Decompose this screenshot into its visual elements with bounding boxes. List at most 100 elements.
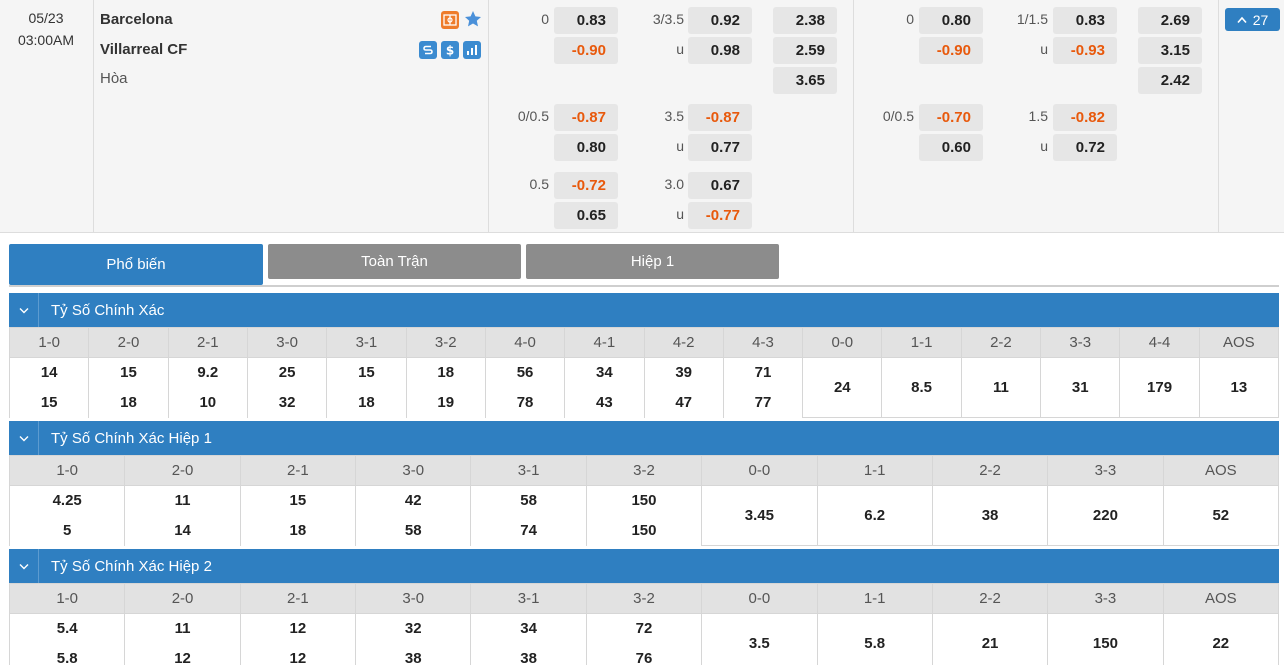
score-odds-cell[interactable]: 74 [470, 515, 587, 546]
score-odds-cell[interactable]: 5 [8, 515, 126, 546]
home-team[interactable]: Barcelona [100, 11, 173, 28]
away-team[interactable]: Villarreal CF [100, 41, 187, 58]
field-icon[interactable] [441, 11, 459, 29]
total-odds-cell[interactable]: 0.67 [688, 172, 752, 199]
handicap-odds-cell[interactable]: 0.83 [554, 7, 618, 34]
score-odds-cell[interactable]: 5.8 [816, 613, 933, 665]
score-odds-cell[interactable]: 150 [585, 485, 703, 516]
chevron-down-icon[interactable] [9, 293, 39, 327]
handicap-odds-cell[interactable]: 0.60 [919, 134, 983, 161]
score-odds-cell[interactable]: 14 [124, 515, 241, 546]
total-odds-cell[interactable]: 0.72 [1053, 134, 1117, 161]
score-odds-cell[interactable]: 43 [564, 387, 645, 418]
score-odds-cell[interactable]: 19 [405, 387, 486, 418]
score-odds-cell[interactable]: 76 [585, 643, 703, 665]
total-odds-cell[interactable]: 0.98 [688, 37, 752, 64]
score-odds-cell[interactable]: 56 [484, 357, 566, 388]
handicap-odds-cell[interactable]: 0.80 [919, 7, 983, 34]
score-odds-cell[interactable]: 18 [88, 387, 169, 418]
score-odds-cell[interactable]: 179 [1119, 357, 1200, 418]
score-odds-cell[interactable]: 38 [355, 643, 472, 665]
handicap-odds-cell[interactable]: 0.80 [554, 134, 618, 161]
x12-odds-cell[interactable]: 3.65 [773, 67, 837, 94]
handicap-odds-cell[interactable]: 0.65 [554, 202, 618, 229]
score-odds-cell[interactable]: 78 [484, 387, 566, 418]
score-odds-cell[interactable]: 39 [643, 357, 724, 388]
score-odds-cell[interactable]: 58 [355, 515, 472, 546]
total-odds-cell[interactable]: -0.93 [1053, 37, 1117, 64]
score-odds-cell[interactable]: 5.4 [8, 613, 126, 644]
score-odds-cell[interactable]: 31 [1040, 357, 1121, 418]
total-odds-cell[interactable]: 0.77 [688, 134, 752, 161]
score-odds-cell[interactable]: 18 [326, 387, 407, 418]
score-odds-cell[interactable]: 15 [326, 357, 407, 388]
score-odds-cell[interactable]: 15 [239, 485, 357, 516]
section-header[interactable]: Tỷ Số Chính Xác Hiệp 2 [9, 549, 1279, 583]
x12-odds-cell[interactable]: 2.69 [1138, 7, 1202, 34]
score-odds-cell[interactable]: 11 [124, 613, 241, 644]
score-odds-cell[interactable]: 77 [722, 387, 804, 418]
score-odds-cell[interactable]: 150 [585, 515, 703, 546]
stats-s-icon[interactable] [419, 41, 437, 59]
score-odds-cell[interactable]: 11 [124, 485, 241, 516]
total-odds-cell[interactable]: 0.83 [1053, 7, 1117, 34]
x12-odds-cell[interactable]: 2.42 [1138, 67, 1202, 94]
handicap-odds-cell[interactable]: -0.87 [554, 104, 618, 131]
score-odds-cell[interactable]: 18 [405, 357, 486, 388]
score-odds-cell[interactable]: 38 [470, 643, 587, 665]
total-odds-cell[interactable]: -0.87 [688, 104, 752, 131]
section-header[interactable]: Tỷ Số Chính Xác Hiệp 1 [9, 421, 1279, 455]
score-odds-cell[interactable]: 220 [1047, 485, 1164, 546]
chevron-down-icon[interactable] [9, 549, 39, 583]
score-odds-cell[interactable]: 47 [643, 387, 724, 418]
tab-popular[interactable]: Phổ biến [9, 244, 263, 285]
score-odds-cell[interactable]: 15 [8, 387, 90, 418]
score-odds-cell[interactable]: 58 [470, 485, 587, 516]
score-odds-cell[interactable]: 12 [239, 613, 357, 644]
score-odds-cell[interactable]: 21 [931, 613, 1049, 665]
score-odds-cell[interactable]: 10 [167, 387, 248, 418]
total-odds-cell[interactable]: 0.92 [688, 7, 752, 34]
handicap-odds-cell[interactable]: -0.70 [919, 104, 983, 131]
score-odds-cell[interactable]: 3.45 [701, 485, 818, 546]
score-odds-cell[interactable]: 13 [1198, 357, 1280, 418]
bar-chart-icon[interactable] [463, 41, 481, 59]
score-odds-cell[interactable]: 8.5 [881, 357, 962, 418]
score-odds-cell[interactable]: 32 [355, 613, 472, 644]
score-odds-cell[interactable]: 34 [564, 357, 645, 388]
tab-first-half[interactable]: Hiệp 1 [526, 244, 779, 279]
score-odds-cell[interactable]: 52 [1162, 485, 1280, 546]
x12-odds-cell[interactable]: 3.15 [1138, 37, 1202, 64]
score-odds-cell[interactable]: 12 [239, 643, 357, 665]
x12-odds-cell[interactable]: 2.38 [773, 7, 837, 34]
score-odds-cell[interactable]: 22 [1162, 613, 1280, 665]
score-odds-cell[interactable]: 25 [246, 357, 328, 388]
handicap-odds-cell[interactable]: -0.90 [554, 37, 618, 64]
tab-full-match[interactable]: Toàn Trận [268, 244, 521, 279]
handicap-odds-cell[interactable]: -0.72 [554, 172, 618, 199]
score-odds-cell[interactable]: 5.8 [8, 643, 126, 665]
score-odds-cell[interactable]: 9.2 [167, 357, 248, 388]
score-odds-cell[interactable]: 24 [802, 357, 883, 418]
section-header[interactable]: Tỷ Số Chính Xác [9, 293, 1279, 327]
score-odds-cell[interactable]: 14 [8, 357, 90, 388]
star-icon[interactable] [463, 9, 483, 29]
total-odds-cell[interactable]: -0.77 [688, 202, 752, 229]
score-odds-cell[interactable]: 11 [960, 357, 1042, 418]
score-odds-cell[interactable]: 3.5 [701, 613, 818, 665]
score-odds-cell[interactable]: 15 [88, 357, 169, 388]
x12-odds-cell[interactable]: 2.59 [773, 37, 837, 64]
more-markets-button[interactable]: 27 [1225, 8, 1280, 31]
score-odds-cell[interactable]: 6.2 [816, 485, 933, 546]
chevron-down-icon[interactable] [9, 421, 39, 455]
score-odds-cell[interactable]: 38 [931, 485, 1049, 546]
score-odds-cell[interactable]: 18 [239, 515, 357, 546]
dollar-icon[interactable]: $ [441, 41, 459, 59]
handicap-odds-cell[interactable]: -0.90 [919, 37, 983, 64]
total-odds-cell[interactable]: -0.82 [1053, 104, 1117, 131]
score-odds-cell[interactable]: 34 [470, 613, 587, 644]
score-odds-cell[interactable]: 71 [722, 357, 804, 388]
score-odds-cell[interactable]: 12 [124, 643, 241, 665]
score-odds-cell[interactable]: 72 [585, 613, 703, 644]
score-odds-cell[interactable]: 4.25 [8, 485, 126, 516]
